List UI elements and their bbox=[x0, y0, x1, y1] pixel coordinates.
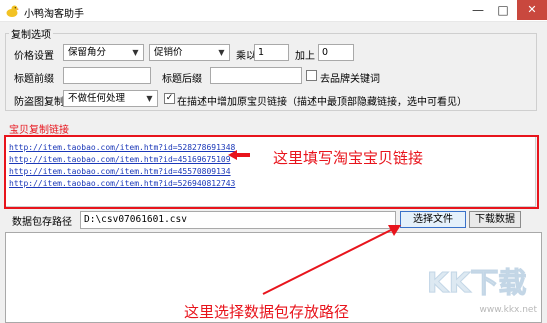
data-path-label: 数据包存路径 bbox=[12, 217, 72, 228]
chevron-down-icon: ▼ bbox=[132, 48, 139, 57]
choose-file-button[interactable]: 选择文件 bbox=[400, 211, 466, 228]
check-icon: ✓ bbox=[165, 93, 174, 103]
links-annotation-text: 这里填写淘宝宝贝链接 bbox=[273, 149, 424, 167]
add-link-label: 在描述中增加原宝贝链接（描述中最顶部隐藏链接，选中可看见） bbox=[177, 97, 467, 108]
watermark-logo-text: KK下载 bbox=[427, 266, 526, 299]
path-annotation-text: 这里选择数据包存放路径 bbox=[184, 303, 350, 321]
minimize-icon: — bbox=[472, 3, 484, 17]
title-prefix-label: 标题前缀 bbox=[14, 74, 54, 85]
price-label: 价格设置 bbox=[14, 51, 54, 62]
window-title: 小鸭淘客助手 bbox=[24, 9, 84, 20]
price-mode-select[interactable]: 保留角分 ▼ bbox=[63, 44, 144, 61]
minimize-button[interactable]: — bbox=[466, 0, 490, 20]
add-input[interactable]: 0 bbox=[318, 44, 354, 61]
remove-keywords-checkbox[interactable] bbox=[306, 70, 317, 81]
app-duck-icon bbox=[6, 5, 19, 17]
maximize-button[interactable]: □ bbox=[491, 0, 515, 20]
multiply-input[interactable]: 1 bbox=[254, 44, 289, 61]
maximize-icon: □ bbox=[497, 3, 509, 17]
anti-theft-select[interactable]: 不做任何处理 ▼ bbox=[63, 90, 158, 107]
title-suffix-label: 标题后缀 bbox=[162, 74, 202, 85]
add-link-checkbox[interactable]: ✓ bbox=[164, 93, 175, 104]
add-label: 加上 bbox=[295, 51, 315, 62]
remove-keywords-label: 去品牌关键词 bbox=[320, 74, 380, 85]
links-section-title: 宝贝复制链接 bbox=[9, 125, 69, 136]
anti-theft-label: 防盗图复制 bbox=[14, 97, 64, 108]
arrow-up-right-icon bbox=[262, 225, 401, 295]
kk-logo-icon: KK下载 bbox=[427, 266, 527, 300]
title-prefix-input[interactable] bbox=[63, 67, 151, 84]
watermark-url: www.kkx.net bbox=[479, 305, 538, 315]
close-icon: ✕ bbox=[527, 3, 537, 16]
price-source-select[interactable]: 促销价 ▼ bbox=[149, 44, 230, 61]
multiply-label: 乘以 bbox=[236, 51, 256, 62]
arrow-left-icon bbox=[228, 150, 250, 160]
close-button[interactable]: ✕ bbox=[517, 0, 547, 20]
links-annotation-frame bbox=[4, 135, 539, 209]
chevron-down-icon: ▼ bbox=[218, 48, 225, 57]
copy-options-label: 复制选项 bbox=[9, 26, 53, 41]
download-data-button[interactable]: 下载数据 bbox=[469, 211, 521, 228]
chevron-down-icon: ▼ bbox=[146, 94, 153, 103]
title-suffix-input[interactable] bbox=[210, 67, 302, 84]
